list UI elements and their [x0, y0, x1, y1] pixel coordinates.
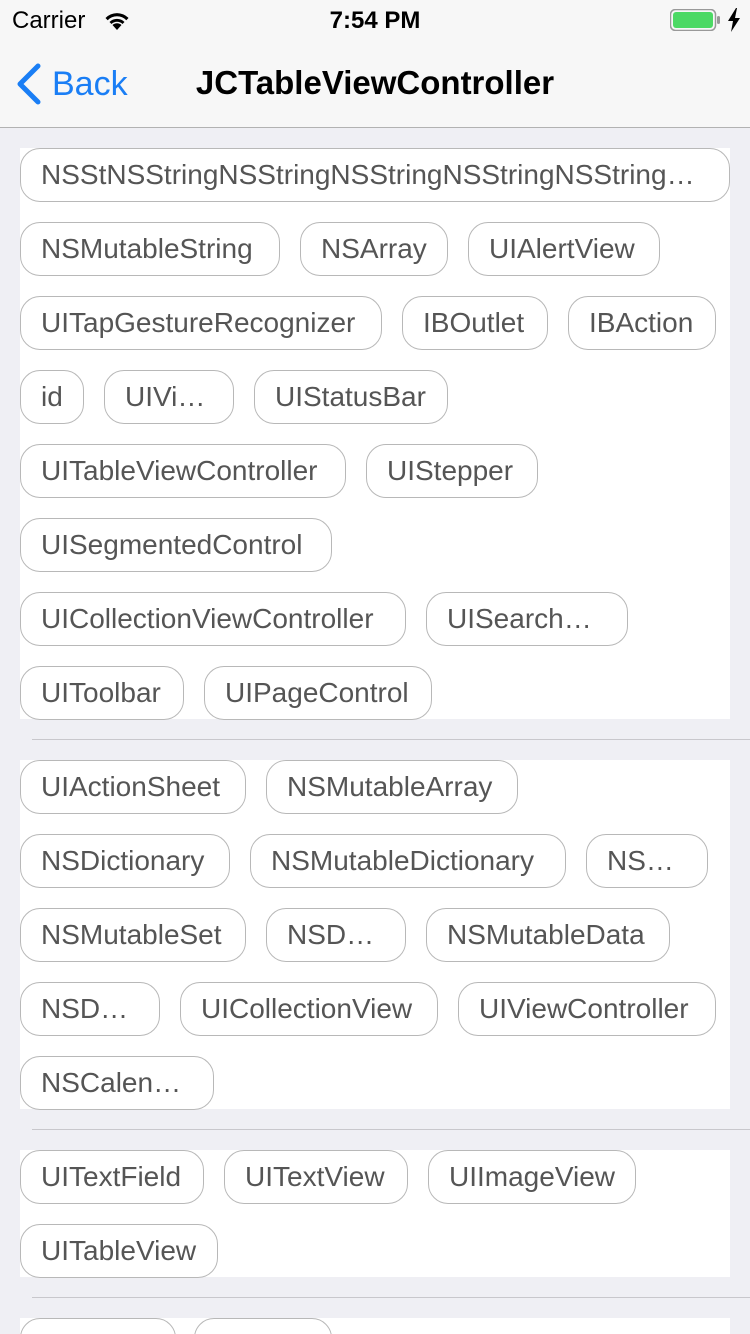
tag-item[interactable]	[194, 1318, 332, 1334]
tag-section-1: NSStNSStringNSStringNSStringNSStringNSSt…	[20, 148, 730, 720]
tag-item[interactable]: NSMutableData	[426, 908, 670, 962]
battery-icon	[670, 9, 720, 31]
section-separator	[32, 1297, 750, 1298]
tag-item[interactable]: NSStNSStringNSStringNSStringNSStringNSSt…	[20, 148, 730, 202]
tag-item[interactable]: id	[20, 370, 84, 424]
status-bar: Carrier 7:54 PM	[0, 0, 750, 40]
tag-item[interactable]: NSDate	[20, 982, 160, 1036]
tag-item[interactable]: UIPageControl	[204, 666, 432, 720]
tag-item[interactable]	[20, 1318, 176, 1334]
tag-item[interactable]: UISearchBar	[426, 592, 628, 646]
tag-item[interactable]: NSDictionary	[20, 834, 230, 888]
tag-item[interactable]: NSMutableArray	[266, 760, 518, 814]
clock: 7:54 PM	[329, 7, 421, 34]
tag-item[interactable]: UIActionSheet	[20, 760, 246, 814]
tag-item[interactable]: UITableView	[20, 1224, 218, 1278]
tag-item[interactable]: UIToolbar	[20, 666, 184, 720]
navigation-bar: Back JCTableViewController	[0, 40, 750, 128]
tag-item[interactable]: UIViewController	[458, 982, 716, 1036]
tag-section-2: UIActionSheet NSMutableArray NSDictionar…	[20, 760, 730, 1110]
tag-item[interactable]: UITapGestureRecognizer	[20, 296, 382, 350]
tag-item[interactable]: IBAction	[568, 296, 716, 350]
tag-item[interactable]: UIStepper	[366, 444, 538, 498]
tag-item[interactable]: NSMutableString	[20, 222, 280, 276]
tag-item[interactable]: UICollectionViewController	[20, 592, 406, 646]
tag-item[interactable]: UICollectionView	[180, 982, 438, 1036]
tag-item[interactable]: NSCalendar	[20, 1056, 214, 1110]
section-separator	[32, 1129, 750, 1130]
page-title: JCTableViewController	[195, 64, 555, 101]
tag-item[interactable]: UITextView	[224, 1150, 408, 1204]
tag-section-4	[20, 1318, 730, 1334]
tag-item[interactable]: UIImageView	[428, 1150, 636, 1204]
tag-item[interactable]: NSSet	[586, 834, 708, 888]
section-separator	[32, 739, 750, 740]
tag-section-3: UITextField UITextView UIImageView UITab…	[20, 1150, 730, 1278]
tag-item[interactable]: NSMutableSet	[20, 908, 246, 962]
tag-item[interactable]: UISegmentedControl	[20, 518, 332, 572]
tag-item[interactable]: UIStatusBar	[254, 370, 448, 424]
tag-item[interactable]: UIAlertView	[468, 222, 660, 276]
tag-item[interactable]: UITextField	[20, 1150, 204, 1204]
charging-bolt-icon	[728, 8, 740, 32]
tag-item[interactable]: UIView	[104, 370, 234, 424]
tag-item[interactable]: UITableViewController	[20, 444, 346, 498]
tag-item[interactable]: NSData	[266, 908, 406, 962]
tag-item[interactable]: IBOutlet	[402, 296, 548, 350]
tag-item[interactable]: NSMutableDictionary	[250, 834, 566, 888]
tag-item[interactable]: NSArray	[300, 222, 448, 276]
